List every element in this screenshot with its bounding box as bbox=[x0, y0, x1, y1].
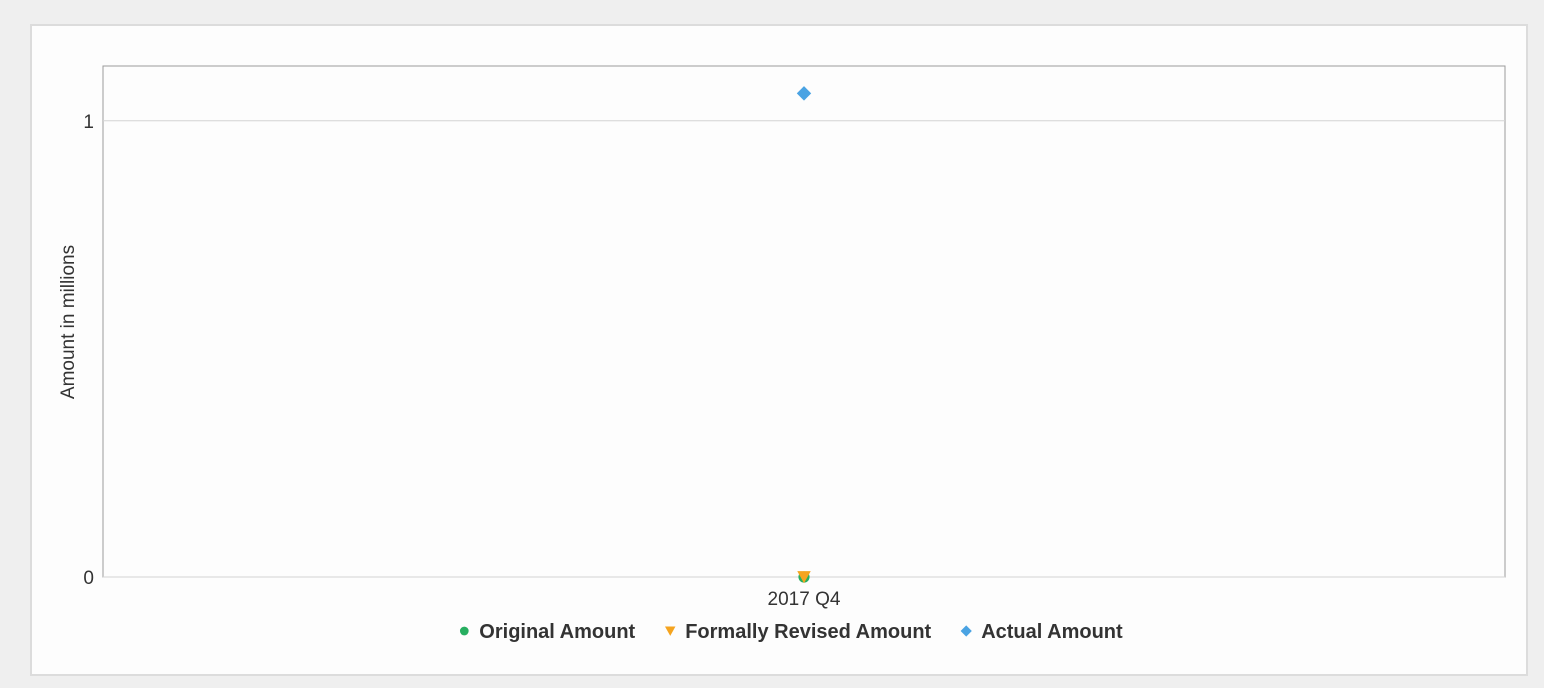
legend-marker-icon bbox=[960, 625, 972, 637]
plot-area bbox=[102, 65, 1506, 578]
x-tick-labels: 2017 Q4 bbox=[768, 589, 841, 610]
chart-svg: 01 2017 Q4 Amount in millions Original A… bbox=[58, 65, 1506, 643]
y-tick-labels: 01 bbox=[83, 112, 94, 589]
y-tick-label: 0 bbox=[83, 568, 94, 589]
x-tick-label: 2017 Q4 bbox=[768, 589, 841, 610]
y-axis-label: Amount in millions bbox=[58, 245, 79, 399]
legend-label: Actual Amount bbox=[981, 621, 1123, 643]
legend[interactable]: Original Amount Formally Revised Amount Ac… bbox=[459, 621, 1123, 643]
y-tick-label: 1 bbox=[83, 112, 94, 133]
legend-label: Original Amount bbox=[479, 621, 635, 643]
legend-marker-icon bbox=[459, 626, 469, 636]
legend-marker-icon bbox=[664, 626, 676, 636]
legend-label: Formally Revised Amount bbox=[685, 621, 931, 643]
